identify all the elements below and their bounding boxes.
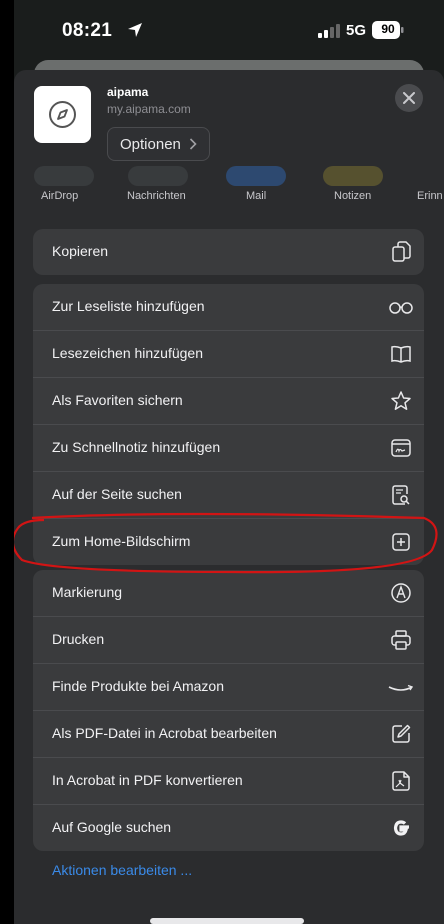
action-label: In Acrobat in PDF konvertieren <box>52 772 243 788</box>
site-url: my.aipama.com <box>107 102 191 116</box>
action-label: Finde Produkte bei Amazon <box>52 678 224 694</box>
copy-icon <box>392 241 411 262</box>
quick-note-icon <box>391 439 411 457</box>
edit-actions-link[interactable]: Aktionen bearbeiten ... <box>52 862 192 878</box>
share-sheet: aipama my.aipama.com Optionen AirDrop Na… <box>14 70 444 924</box>
close-icon <box>403 92 415 104</box>
book-icon <box>391 345 411 363</box>
action-label: Als PDF-Datei in Acrobat bearbeiten <box>52 725 277 741</box>
home-indicator <box>150 918 304 924</box>
action-row-favorite[interactable]: Als Favoriten sichern <box>33 378 424 425</box>
markup-icon <box>391 583 411 603</box>
action-label: Markierung <box>52 584 123 600</box>
signal-icon <box>318 24 340 38</box>
extensions-section: Markierung Drucken Finde Produkte bei Am… <box>33 570 424 851</box>
action-label: Als Favoriten sichern <box>52 392 183 408</box>
share-header: aipama my.aipama.com Optionen <box>14 70 444 178</box>
google-icon <box>393 820 409 836</box>
network-type: 5G <box>346 22 367 39</box>
action-row-print[interactable]: Drucken <box>33 617 424 664</box>
edit-icon <box>392 724 411 743</box>
share-target-airdrop[interactable]: AirDrop <box>41 190 78 202</box>
action-label: Lesezeichen hinzufügen <box>52 345 204 361</box>
action-row-markup[interactable]: Markierung <box>33 570 424 617</box>
find-on-page-icon <box>392 485 410 505</box>
action-row-google[interactable]: Auf Google suchen <box>33 805 424 851</box>
action-label: Zur Leseliste hinzufügen <box>52 298 205 314</box>
action-row-bookmark[interactable]: Lesezeichen hinzufügen <box>33 331 424 378</box>
screen: 08:21 5G 90 aipama my.aipama.com Optione… <box>14 0 444 924</box>
options-label: Optionen <box>120 135 181 153</box>
copy-section: Kopieren <box>33 229 424 275</box>
site-title: aipama <box>107 85 149 99</box>
share-target-mail[interactable]: Mail <box>246 190 266 202</box>
print-icon <box>391 630 411 650</box>
compass-icon <box>49 101 76 128</box>
acrobat-icon <box>392 771 410 791</box>
share-target-messages[interactable]: Nachrichten <box>127 190 186 202</box>
reading-list-icon <box>389 302 413 314</box>
star-icon <box>391 391 411 410</box>
site-icon <box>34 86 91 143</box>
battery-level: 90 <box>381 22 395 36</box>
share-target-reminders[interactable]: Erinn <box>417 190 443 202</box>
action-label: Kopieren <box>52 243 109 259</box>
action-label: Zu Schnellnotiz hinzufügen <box>52 439 221 455</box>
action-label: Auf Google suchen <box>52 819 172 835</box>
chevron-right-icon <box>189 138 197 150</box>
red-annotation-ellipse <box>14 512 438 574</box>
close-button[interactable] <box>395 84 423 112</box>
action-row-convert-pdf[interactable]: In Acrobat in PDF konvertieren <box>33 758 424 805</box>
action-row-copy[interactable]: Kopieren <box>33 229 424 275</box>
action-label: Auf der Seite suchen <box>52 486 182 502</box>
amazon-icon <box>388 684 414 691</box>
share-targets-row: AirDrop Nachrichten Mail Notizen Erinn <box>14 178 444 214</box>
options-button[interactable]: Optionen <box>107 127 210 161</box>
action-row-amazon[interactable]: Finde Produkte bei Amazon <box>33 664 424 711</box>
location-arrow-icon <box>128 23 142 37</box>
status-time: 08:21 <box>62 20 113 41</box>
status-bar: 08:21 5G 90 <box>14 0 444 62</box>
action-row-edit-pdf[interactable]: Als PDF-Datei in Acrobat bearbeiten <box>33 711 424 758</box>
action-row-quick-note[interactable]: Zu Schnellnotiz hinzufügen <box>33 425 424 472</box>
action-label: Drucken <box>52 631 105 647</box>
share-target-notes[interactable]: Notizen <box>334 190 371 202</box>
action-row-reading-list[interactable]: Zur Leseliste hinzufügen <box>33 284 424 331</box>
